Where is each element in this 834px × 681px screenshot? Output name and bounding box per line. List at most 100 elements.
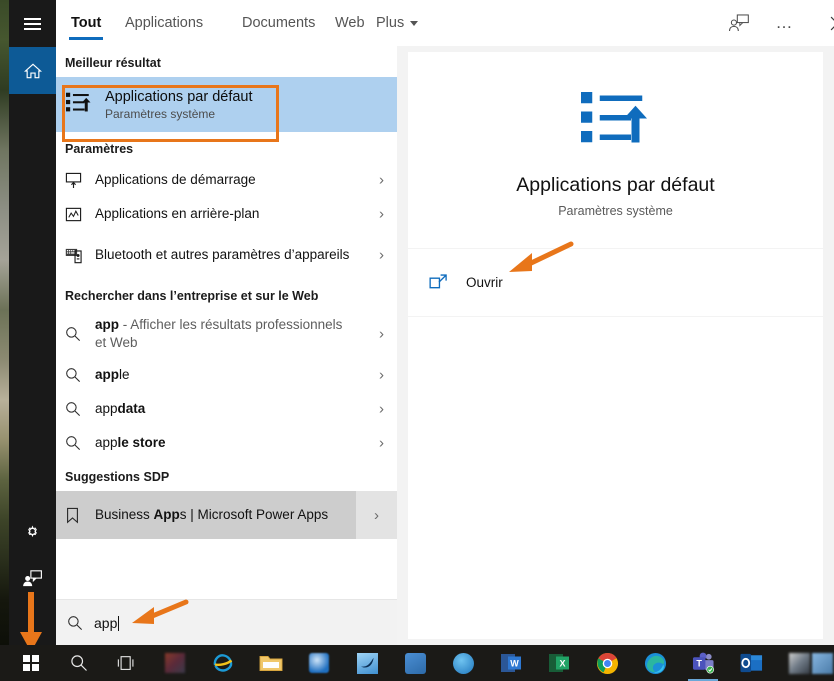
search-icon (68, 615, 83, 630)
ellipsis-icon: … (775, 13, 795, 32)
tab-documents[interactable]: Documents (240, 0, 317, 46)
result-power-apps[interactable]: Business Apps | Microsoft Power Apps › (56, 491, 397, 539)
taskbar: W X T (0, 645, 834, 681)
taskbar-task-view-button[interactable] (104, 645, 150, 681)
dolphin-icon (356, 652, 378, 674)
taskbar-app-2[interactable] (296, 645, 342, 681)
preview-open-action[interactable]: Ouvrir (408, 249, 823, 316)
taskbar-app-4[interactable] (392, 645, 438, 681)
folder-icon (259, 656, 283, 671)
taskbar-app-3[interactable] (344, 645, 390, 681)
result-label: Business (95, 507, 154, 523)
teams-icon: T (692, 652, 714, 674)
result-bluetooth-devices[interactable]: Bluetooth et autres paramètres d’apparei… (56, 231, 397, 279)
search-left-rail (9, 0, 56, 645)
tab-label: Web (335, 15, 365, 31)
chevron-right-icon: › (379, 325, 384, 343)
taskbar-app-5[interactable] (440, 645, 486, 681)
rail-item-feedback[interactable] (9, 555, 56, 602)
taskbar-file-explorer[interactable] (248, 645, 294, 681)
result-web-appdata[interactable]: appdata › (56, 392, 397, 426)
app-icon (404, 652, 426, 674)
hamburger-menu-button[interactable] (9, 0, 56, 47)
tab-label: Plus (376, 15, 405, 31)
taskbar-outlook[interactable] (728, 645, 774, 681)
taskbar-start-button[interactable] (8, 645, 54, 681)
desktop-wallpaper (0, 0, 9, 645)
results-list: Meilleur résultat Applications par défau… (56, 46, 397, 599)
tab-applications[interactable]: Applications (123, 0, 205, 46)
result-background-apps[interactable]: Applications en arrière-plan › (56, 197, 397, 231)
result-label: le (119, 367, 130, 383)
active-tab-indicator (69, 37, 103, 40)
chevron-right-icon: › (379, 171, 384, 189)
group-header-web: Rechercher dans l’entreprise et sur le W… (65, 289, 319, 303)
app-icon (452, 652, 474, 674)
ie-icon (213, 654, 233, 672)
taskbar-app-1[interactable] (152, 645, 198, 681)
result-web-apple-store[interactable]: apple store › (56, 426, 397, 460)
close-button[interactable] (814, 0, 834, 46)
group-header-suggestions: Suggestions SDP (65, 470, 170, 484)
excel-icon: X (549, 654, 569, 672)
search-input[interactable]: app (94, 614, 120, 631)
search-icon (65, 401, 95, 417)
windows-logo-icon (22, 654, 40, 672)
rail-item-home[interactable] (9, 47, 56, 94)
feedback-button[interactable] (716, 0, 762, 46)
result-query-text: app (95, 317, 120, 333)
chrome-icon (596, 652, 618, 674)
group-header-settings: Paramètres (65, 142, 134, 156)
home-icon (23, 63, 42, 78)
result-label: data (117, 401, 146, 417)
background-apps-icon (65, 206, 95, 223)
tab-plus[interactable]: Plus (374, 0, 420, 46)
result-label: le store (117, 435, 166, 451)
result-label: Applications en arrière-plan (95, 206, 260, 222)
taskbar-chrome[interactable] (584, 645, 630, 681)
more-options-button[interactable]: … (762, 0, 808, 46)
expand-suggestion-button[interactable]: › (356, 491, 397, 539)
taskbar-excel[interactable]: X (536, 645, 582, 681)
taskbar-internet-explorer[interactable] (200, 645, 246, 681)
taskbar-edge[interactable] (632, 645, 678, 681)
search-input-value: app (94, 614, 118, 631)
result-label: Applications de démarrage (95, 172, 256, 188)
app-icon (811, 652, 833, 674)
feedback-icon (729, 14, 749, 32)
taskbar-teams[interactable]: T (680, 645, 726, 681)
text-cursor (118, 615, 120, 631)
chevron-right-icon: › (379, 246, 384, 264)
result-best-match[interactable]: Applications par défaut Paramètres systè… (56, 77, 397, 132)
result-query-text: app (95, 367, 120, 383)
result-web-search-pro[interactable]: app - Afficher les résultats professionn… (56, 310, 397, 358)
result-label: - Afficher les résultats professionnels … (95, 317, 343, 350)
tab-label: Documents (242, 15, 316, 31)
chevron-right-icon: › (379, 205, 384, 223)
chevron-right-icon: › (379, 434, 384, 452)
preview-body (408, 317, 823, 639)
result-label-rest: s | Microsoft Power Apps (179, 507, 329, 523)
search-icon (65, 435, 95, 451)
chevron-right-icon: › (374, 506, 379, 524)
preview-title: Applications par défaut (516, 174, 715, 196)
best-match-title: Applications par défaut (105, 88, 253, 105)
result-label: Bluetooth et autres paramètres d’apparei… (95, 247, 350, 263)
app-icon (788, 652, 810, 674)
tab-label: Tout (71, 15, 102, 31)
feedback-icon (23, 570, 42, 587)
taskbar-search-button[interactable] (56, 645, 102, 681)
search-input-container[interactable]: app (56, 599, 397, 645)
rail-item-settings[interactable] (9, 508, 56, 555)
taskbar-app-7[interactable] (810, 645, 834, 681)
taskbar-word[interactable]: W (488, 645, 534, 681)
result-web-apple[interactable]: apple › (56, 358, 397, 392)
tab-web[interactable]: Web (333, 0, 367, 46)
search-icon (65, 326, 95, 342)
open-label: Ouvrir (466, 275, 503, 290)
bookmark-icon (65, 507, 95, 524)
svg-text:X: X (559, 659, 565, 669)
result-startup-apps[interactable]: Applications de démarrage › (56, 163, 397, 197)
result-query-text: app (95, 435, 118, 451)
chevron-right-icon: › (379, 400, 384, 418)
